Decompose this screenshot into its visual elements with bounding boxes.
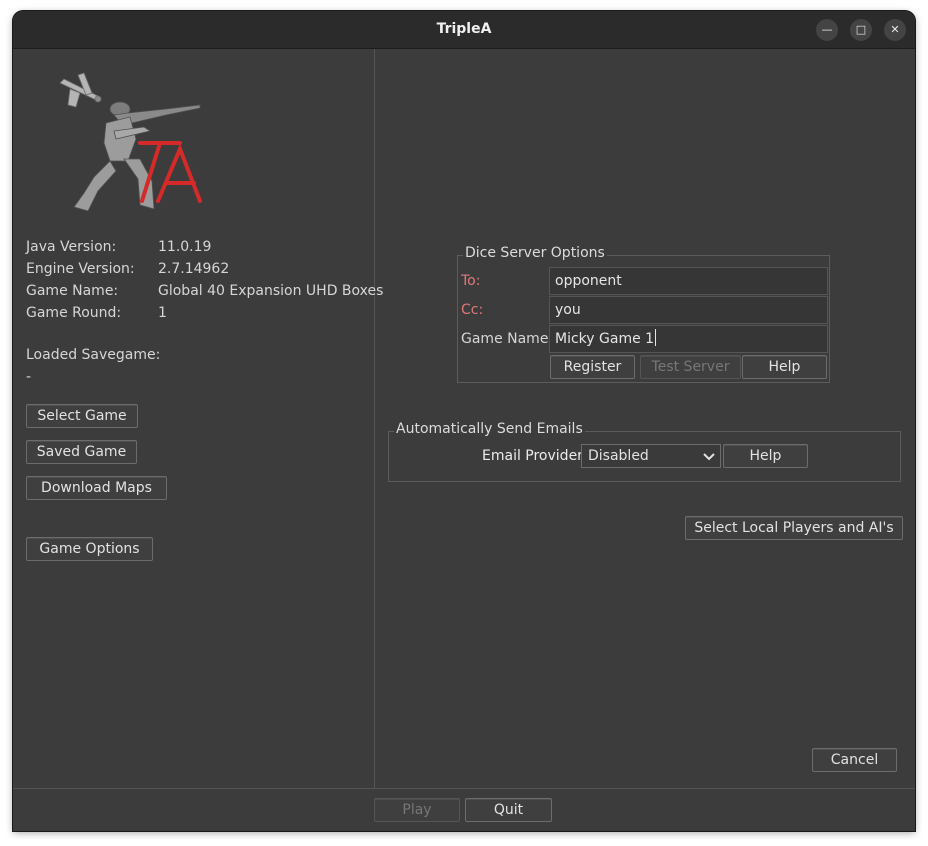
loaded-savegame-label: Loaded Savegame: (26, 347, 161, 363)
info-label: Game Round: (26, 305, 122, 321)
game-name-field[interactable]: Micky Game 1 (549, 325, 828, 353)
bottom-button-bar: Play Quit (13, 788, 915, 831)
cancel-button[interactable]: Cancel (812, 748, 897, 772)
info-label: Engine Version: (26, 261, 135, 277)
info-value: 2.7.14962 (158, 261, 230, 277)
email-provider-select[interactable]: Disabled (581, 444, 721, 468)
to-label: To: (461, 273, 481, 289)
maximize-icon[interactable]: □ (850, 19, 872, 41)
email-provider-label: Email Provider (482, 448, 583, 464)
cc-field[interactable]: you (549, 296, 828, 324)
cc-label: Cc: (461, 302, 484, 318)
email-help-button[interactable]: Help (723, 444, 808, 468)
minimize-icon[interactable]: — (816, 19, 838, 41)
info-value: 11.0.19 (158, 239, 212, 255)
info-value: Global 40 Expansion UHD Boxes (158, 283, 384, 299)
to-field[interactable]: opponent (549, 267, 828, 295)
application-window: TripleA — □ ✕ Java Version: 11.0.19 Engi… (13, 11, 915, 831)
airplane-icon (59, 72, 102, 108)
game-info-panel: Java Version: 11.0.19 Engine Version: 2.… (14, 49, 383, 788)
automatic-emails-group: Automatically Send Emails Email Provider… (388, 421, 901, 482)
title-bar[interactable]: TripleA — □ ✕ (13, 11, 915, 49)
info-value: 1 (158, 305, 167, 321)
emails-legend: Automatically Send Emails (394, 421, 585, 437)
triplea-logo (59, 72, 202, 212)
game-name-label: Game Name: (461, 331, 554, 347)
dice-server-options-group: Dice Server Options To: opponent Cc: you… (457, 245, 830, 383)
test-server-button[interactable]: Test Server (640, 355, 741, 379)
select-game-button[interactable]: Select Game (26, 404, 138, 428)
chevron-down-icon (703, 453, 715, 461)
play-options-panel: Dice Server Options To: opponent Cc: you… (376, 49, 914, 788)
email-provider-value: Disabled (588, 448, 649, 464)
window-title: TripleA (436, 21, 492, 37)
info-label: Java Version: (26, 239, 117, 255)
play-button[interactable]: Play (374, 798, 460, 822)
quit-button[interactable]: Quit (465, 798, 552, 822)
game-name-value: Micky Game 1 (555, 331, 655, 347)
register-button[interactable]: Register (550, 355, 635, 379)
dice-help-button[interactable]: Help (742, 355, 827, 379)
close-icon[interactable]: ✕ (884, 19, 906, 41)
game-options-button[interactable]: Game Options (26, 537, 153, 561)
loaded-savegame-value: - (26, 369, 32, 385)
info-label: Game Name: (26, 283, 119, 299)
select-local-players-button[interactable]: Select Local Players and AI's (685, 516, 903, 540)
saved-game-button[interactable]: Saved Game (26, 440, 137, 464)
download-maps-button[interactable]: Download Maps (26, 476, 167, 500)
dice-server-legend: Dice Server Options (463, 245, 607, 261)
text-cursor (655, 329, 657, 346)
